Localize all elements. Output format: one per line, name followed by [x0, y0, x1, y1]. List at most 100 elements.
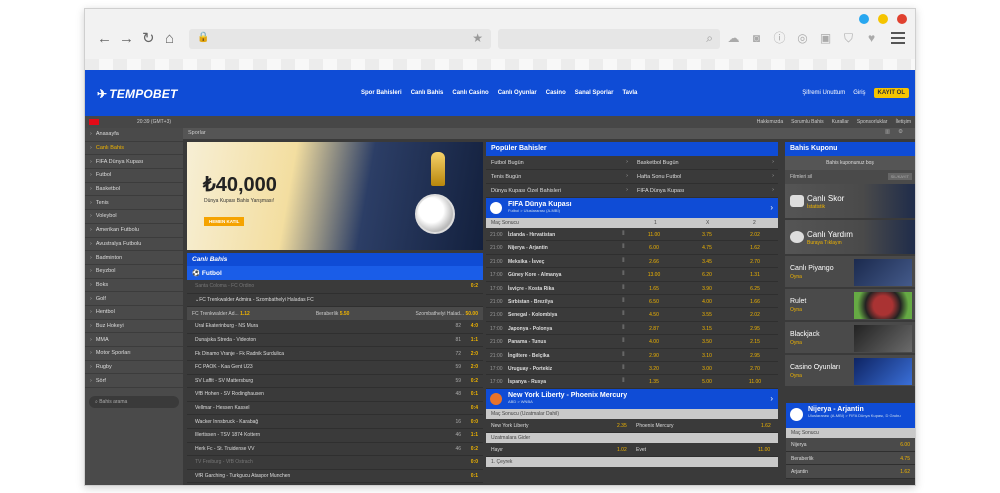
stats-icon[interactable]: ⫴ [622, 365, 625, 372]
game-play[interactable]: Oyna [790, 307, 802, 313]
broadcast-icon[interactable]: ◎ [796, 31, 809, 45]
hamburger-menu-icon[interactable] [891, 32, 905, 44]
cloud-icon[interactable]: ☁ [727, 31, 740, 45]
live-match-row[interactable]: Ural Ekaterinburg - NS Mura 82 4:0 [187, 320, 483, 334]
fifa-match-row[interactable]: 17:00 Japonya - Polonya ⫴ 2.87 3.15 2.95 [486, 322, 778, 336]
mini-match-row[interactable]: Beraberlik 4.75 [786, 451, 915, 465]
fifa-match-row[interactable]: 21:00 Senegal - Kolombiya ⫴ 4.50 3.55 2.02 [486, 308, 778, 322]
odd-1[interactable]: 11.00 [636, 232, 672, 238]
sidebar-item[interactable]: › MMA [85, 333, 183, 347]
odd-1[interactable]: 13.00 [636, 272, 672, 278]
bet-search-input[interactable]: ⌕ Bahis arama [89, 396, 179, 409]
odd-2[interactable]: 2.95 [737, 353, 773, 359]
live-match-row[interactable]: Fk Dinamo Vranje - Fk Radnik Surdulica 72… [187, 347, 483, 361]
nav-sanal-sporlar[interactable]: Sanal Sporlar [575, 90, 614, 96]
odd-x[interactable]: 3.90 [689, 286, 725, 292]
stats-icon[interactable]: ⫴ [622, 352, 625, 359]
live-match-row[interactable]: Illertissen - TSV 1874 Kottern 46 1:1 [187, 429, 483, 443]
sidebar-item[interactable]: › Anasayfa [85, 128, 183, 142]
stats-icon[interactable]: ⫴ [622, 298, 625, 305]
popular-item[interactable]: Tenis Bugün [486, 170, 632, 184]
back-arrow-icon[interactable]: ← [97, 31, 112, 47]
forgot-password-link[interactable]: Şifremi Unuttum [802, 90, 845, 96]
live-sport-header[interactable]: ⚽ Futbol [187, 266, 483, 280]
settings-icon[interactable]: ⚙ [898, 129, 911, 135]
live-featured-row[interactable]: ⌄ FC Trenkwalder Admira - Szombathelyi H… [187, 294, 483, 308]
wnba-home-odd[interactable]: 2.35 [617, 423, 627, 429]
sidebar-item[interactable]: › Amerikan Futbolu [85, 224, 183, 238]
coupon-filter-label[interactable]: Filmleri sil [790, 174, 812, 180]
live-betting-title[interactable]: Canlı Bahis [187, 253, 483, 266]
shield-icon[interactable]: ⛉ [842, 31, 855, 45]
live-match-row[interactable]: VfR Garching - Turkgucu Ataspor Munchen 0… [187, 470, 483, 484]
live-match-row[interactable]: Wacker Innsbruck - Karabağ 16 0:0 [187, 415, 483, 429]
nav-canli-oyunlar[interactable]: Canlı Oyunlar [498, 90, 537, 96]
odd-away[interactable]: Szombathelyi Halad... 50.00 [415, 311, 478, 317]
odd-draw[interactable]: Beraberlik 5.50 [316, 311, 350, 317]
odd-2[interactable]: 2.70 [737, 366, 773, 372]
odd-1[interactable]: 2.90 [636, 353, 672, 359]
odd-2[interactable]: 6.25 [737, 286, 773, 292]
odd-x[interactable]: 3.50 [689, 339, 725, 345]
stats-icon[interactable]: ⫴ [622, 231, 625, 238]
odd-2[interactable]: 11.00 [737, 379, 773, 385]
maximize-dot[interactable] [878, 14, 888, 24]
odd-2[interactable]: 2.02 [737, 312, 773, 318]
grid-icon[interactable]: ▥ [885, 129, 898, 135]
odd-1[interactable]: 4.00 [636, 339, 672, 345]
odd-1[interactable]: 2.66 [636, 259, 672, 265]
wnba-away-odd[interactable]: 1.62 [761, 423, 771, 429]
odd-home[interactable]: FC Trenkwalder Ad... 1.12 [192, 311, 250, 317]
game-roulette[interactable]: Rulet Oyna [785, 289, 915, 322]
login-link[interactable]: Giriş [853, 90, 865, 96]
link-contact[interactable]: İletişim [895, 119, 911, 125]
sidebar-item[interactable]: › Sörf [85, 374, 183, 389]
camera-icon[interactable]: ◙ [750, 31, 763, 45]
popular-item[interactable]: FIFA Dünya Kupası [632, 184, 778, 198]
close-dot[interactable] [897, 14, 907, 24]
promo-banner[interactable]: ₺40,000 Dünya Kupası Bahis Yarışması! HE… [187, 142, 483, 250]
odd-x[interactable]: 6.20 [689, 272, 725, 278]
wnba-away[interactable]: Phoenix Mercury [636, 423, 674, 429]
bookmark-star-icon[interactable]: ★ [472, 31, 483, 45]
game-play[interactable]: Oyna [790, 274, 802, 280]
promo-live-score[interactable]: Canlı Skor İstatistik [785, 184, 915, 220]
odd-x[interactable]: 3.55 [689, 312, 725, 318]
mini-match-row[interactable]: Nijerya 6.00 [786, 438, 915, 452]
odd-1[interactable]: 6.00 [636, 245, 672, 251]
fifa-header[interactable]: FIFA Dünya Kupası Futbol > Uluslararası … [486, 198, 778, 218]
live-match-row[interactable]: Herk Fc - St. Truidense VV 46 0:2 [187, 443, 483, 457]
sidebar-item[interactable]: › Basketbol [85, 183, 183, 197]
odd-1[interactable]: 1.35 [636, 379, 672, 385]
popular-item[interactable]: Futbol Bugün [486, 156, 632, 170]
live-match-row[interactable]: Vellmar - Hessen Kassel 0:4 [187, 402, 483, 416]
sidebar-item[interactable]: › Avustralya Futbolu [85, 238, 183, 252]
odd-1[interactable]: 2.87 [636, 326, 672, 332]
wnba-home[interactable]: New York Liberty [491, 423, 529, 429]
sidebar-item[interactable]: › Badminton [85, 251, 183, 265]
stats-icon[interactable]: ⫴ [622, 258, 625, 265]
live-match-row[interactable]: Santa Coloma - FC Ordino 0:2 [187, 280, 483, 294]
mini-match-header[interactable]: Nijerya - Arjantin Uluslararası (A-MBİ) … [786, 403, 915, 428]
link-sponsors[interactable]: Sponsorluklar [857, 119, 888, 125]
fifa-match-row[interactable]: 17:00 Uruguay - Portekiz ⫴ 3.20 3.00 2.70 [486, 362, 778, 376]
live-match-row[interactable]: TV Freiburg - VfB Ostrach 0:0 [187, 456, 483, 470]
link-responsible[interactable]: Sorumlu Bahis [791, 119, 824, 125]
fifa-match-row[interactable]: 17:00 İspanya - Rusya ⫴ 1.35 5.00 11.00 [486, 375, 778, 389]
game-casino[interactable]: Casino Oyunları Oyna [785, 355, 915, 388]
heart-icon[interactable]: ♥ [865, 31, 878, 45]
nav-canli-bahis[interactable]: Canlı Bahis [411, 90, 444, 96]
sidebar-item[interactable]: › Motor Sporları [85, 347, 183, 361]
odd-1[interactable]: 1.65 [636, 286, 672, 292]
stats-icon[interactable]: ⫴ [622, 311, 625, 318]
sidebar-item[interactable]: › Canlı Bahis [85, 142, 183, 156]
live-match-row[interactable]: VfB Hohen - SV Rodinghausen 48 0:1 [187, 388, 483, 402]
home-icon[interactable]: ⌂ [165, 31, 174, 47]
sidebar-item[interactable]: › Golf [85, 292, 183, 306]
live-match-row[interactable]: SV Laffit - SV Mattersburg 59 0:2 [187, 375, 483, 389]
odd-1[interactable]: 4.50 [636, 312, 672, 318]
nav-spor-bahisleri[interactable]: Spor Bahisleri [361, 90, 402, 96]
fifa-match-row[interactable]: 17:00 Güney Kore - Almanya ⫴ 13.00 6.20 1.31 [486, 268, 778, 282]
fifa-match-row[interactable]: 21:00 İngiltere - Belçika ⫴ 2.90 3.10 2.95 [486, 349, 778, 362]
register-button[interactable]: KAYIT OL [873, 88, 909, 98]
